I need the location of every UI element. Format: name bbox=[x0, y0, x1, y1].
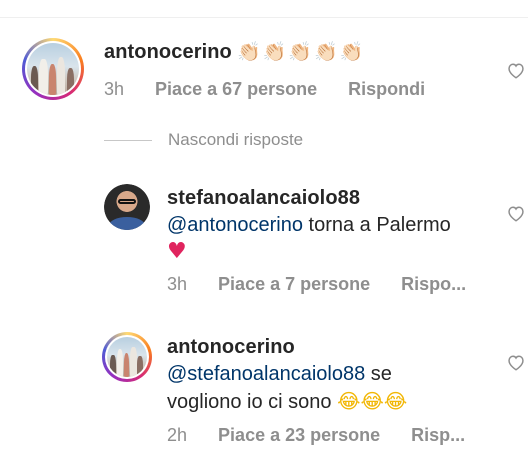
comment-username[interactable]: antonocerino bbox=[104, 41, 232, 64]
laughing-face-icon: 😂 bbox=[337, 389, 361, 413]
reply-time: 3h bbox=[167, 274, 188, 294]
reply-meta: 2h Piace a 23 persone Risp... bbox=[167, 425, 465, 446]
mention-link[interactable]: @antonocerino bbox=[167, 214, 303, 236]
reply-likes[interactable]: Piace a 23 persone bbox=[218, 425, 380, 445]
clapping-hands-icon: 👏🏻 bbox=[288, 41, 313, 63]
reply-likes[interactable]: Piace a 7 persone bbox=[218, 274, 370, 294]
hide-replies-label: Nascondi risposte bbox=[168, 130, 304, 149]
like-heart-icon[interactable] bbox=[506, 61, 526, 79]
avatar-photo bbox=[27, 43, 79, 95]
hide-replies-button[interactable]: Nascondi risposte bbox=[104, 130, 303, 150]
laughing-face-icon: 😂 bbox=[360, 389, 384, 413]
reply-text-line2: vogliono io ci sono 😂😂😂 bbox=[167, 389, 408, 413]
like-heart-icon[interactable] bbox=[506, 353, 526, 371]
reply-button[interactable]: Rispondi bbox=[348, 79, 425, 99]
comment-meta: 3h Piace a 67 persone Rispondi bbox=[104, 79, 425, 100]
laughing-face-icon: 😂 bbox=[383, 389, 408, 413]
avatar-photo bbox=[107, 337, 147, 377]
clapping-hands-icon: 👏🏻 bbox=[314, 41, 338, 63]
reply-button[interactable]: Rispo... bbox=[401, 274, 466, 294]
reply-username[interactable]: antonocerino bbox=[167, 336, 295, 359]
reply-username[interactable]: stefanoalancaiolo88 bbox=[167, 187, 360, 210]
avatar[interactable] bbox=[22, 38, 84, 100]
reply-button[interactable]: Risp... bbox=[411, 425, 465, 445]
clapping-hands-icon: 👏🏻 bbox=[262, 41, 287, 63]
reply-emoji: ♥ bbox=[167, 238, 187, 266]
like-heart-icon[interactable] bbox=[506, 204, 526, 222]
clapping-hands-icon: 👏🏻 bbox=[339, 41, 364, 63]
comment-text: 👏🏻 👏🏻 👏🏻 👏🏻 👏🏻 bbox=[235, 39, 363, 66]
comment-likes[interactable]: Piace a 67 persone bbox=[155, 79, 317, 99]
avatar-photo bbox=[104, 184, 150, 230]
reply-text: @stefanoalancaiolo88 se bbox=[167, 363, 392, 385]
avatar[interactable] bbox=[102, 332, 152, 382]
mention-link[interactable]: @stefanoalancaiolo88 bbox=[167, 363, 365, 385]
reply-text: @antonocerino torna a Palermo bbox=[167, 214, 451, 236]
hide-replies-line bbox=[104, 139, 152, 141]
top-divider bbox=[0, 17, 528, 18]
red-heart-icon: ♥ bbox=[167, 239, 187, 264]
reply-time: 2h bbox=[167, 425, 188, 445]
reply-meta: 3h Piace a 7 persone Rispo... bbox=[167, 274, 466, 295]
clapping-hands-icon: 👏🏻 bbox=[237, 41, 261, 63]
avatar[interactable] bbox=[104, 184, 150, 230]
comment-time: 3h bbox=[104, 79, 125, 99]
